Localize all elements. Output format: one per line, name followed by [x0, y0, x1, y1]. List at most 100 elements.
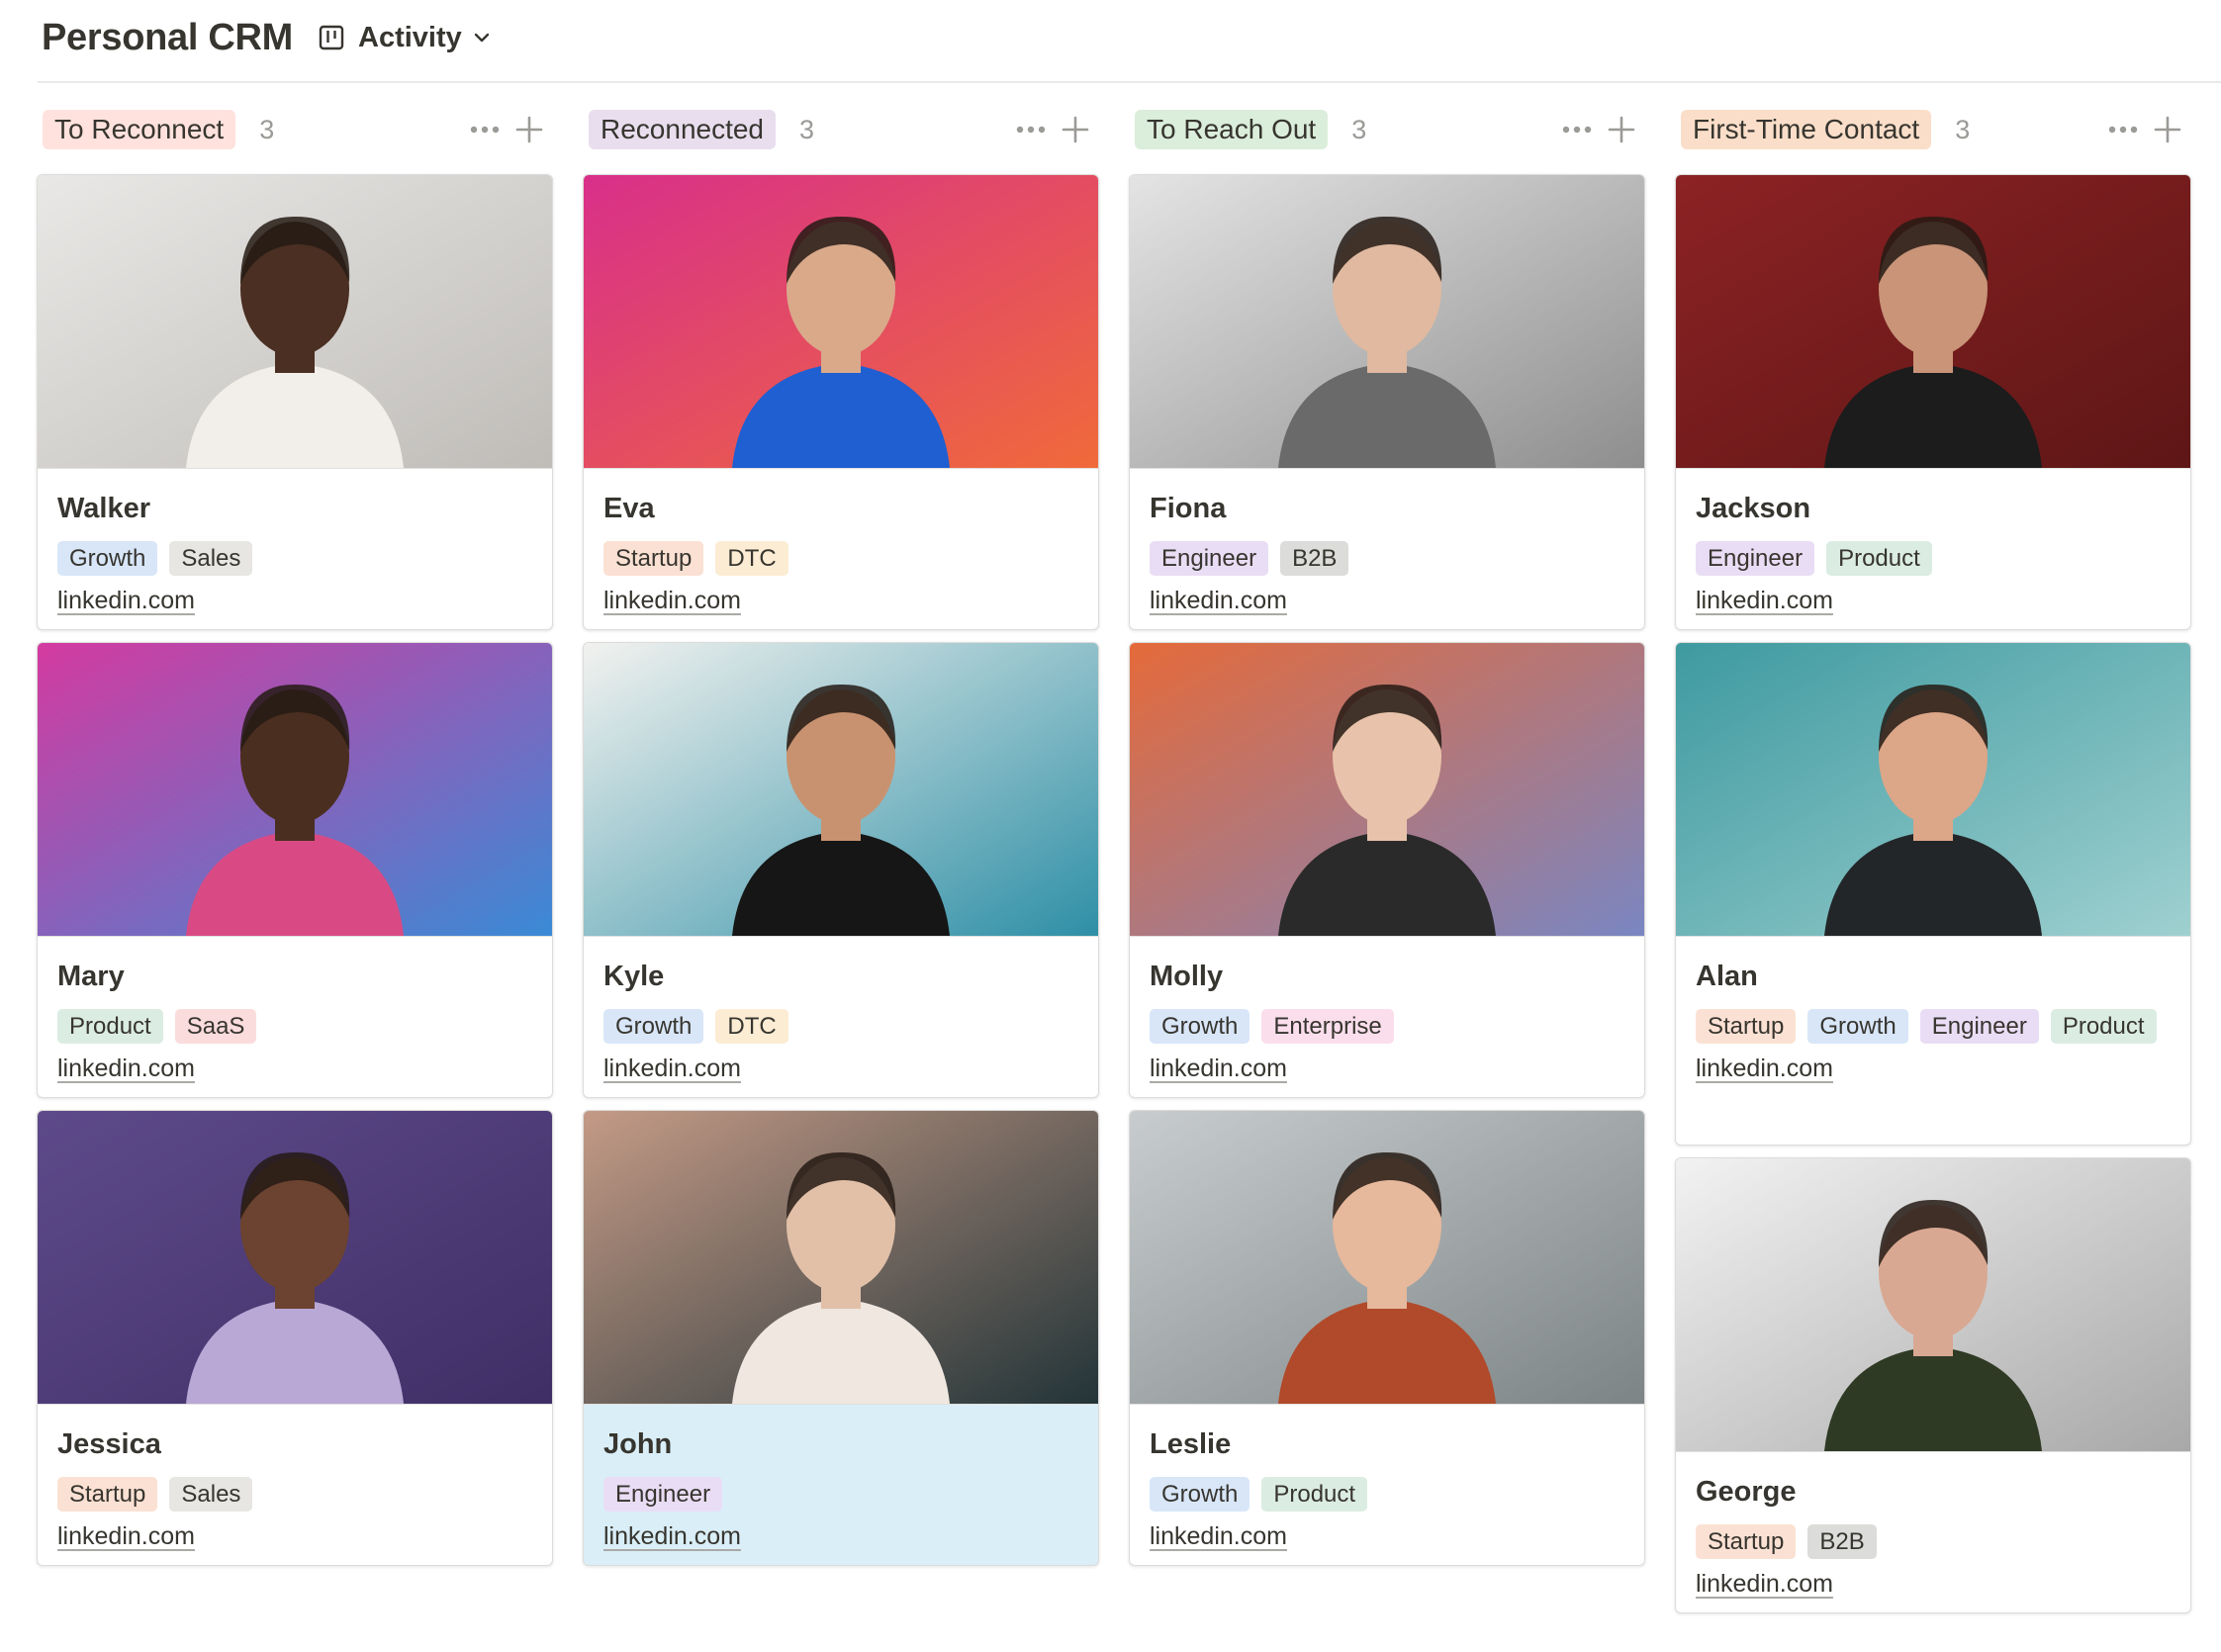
portrait-image [584, 175, 1098, 468]
portrait-image [584, 643, 1098, 936]
cover-photo [584, 175, 1098, 469]
contact-card[interactable]: John Engineer linkedin.com [583, 1110, 1099, 1566]
tag: DTC [715, 1009, 788, 1044]
more-options-icon[interactable] [1560, 116, 1594, 143]
add-card-icon[interactable] [1060, 114, 1091, 145]
tag: Product [1826, 541, 1932, 576]
view-label: Activity [358, 21, 462, 53]
column-title[interactable]: To Reach Out [1135, 110, 1329, 149]
linkedin-link[interactable]: linkedin.com [57, 1055, 195, 1083]
tag: Startup [1696, 1009, 1797, 1044]
column-header: First-Time Contact 3 [1675, 107, 2191, 152]
cover-photo [584, 643, 1098, 937]
tag: Product [1261, 1477, 1368, 1512]
tag: Growth [57, 541, 158, 576]
tag-list: Product SaaS [57, 1009, 532, 1056]
contact-card[interactable]: Molly Growth Enterprise linkedin.com [1129, 642, 1645, 1098]
linkedin-link[interactable]: linkedin.com [1696, 1055, 1833, 1083]
linkedin-link[interactable]: linkedin.com [1150, 1522, 1287, 1551]
tag: Startup [603, 541, 704, 576]
linkedin-link[interactable]: linkedin.com [1696, 1570, 1833, 1599]
column-count: 3 [1955, 114, 1971, 144]
portrait-image [584, 1111, 1098, 1404]
linkedin-link[interactable]: linkedin.com [1150, 587, 1287, 615]
tag: Growth [1807, 1009, 1908, 1044]
more-options-icon[interactable] [468, 116, 502, 143]
contact-name: John [603, 1428, 673, 1460]
board-column: Reconnected 3 Eva Startup DTC linkedin.com Kyl… [583, 107, 1099, 1566]
contact-card[interactable]: Eva Startup DTC linkedin.com [583, 174, 1099, 630]
contact-card[interactable]: Fiona Engineer B2B linkedin.com [1129, 174, 1645, 630]
contact-name: Kyle [603, 961, 665, 992]
view-selector[interactable]: Activity [319, 22, 492, 54]
portrait-image [1130, 643, 1644, 936]
column-count: 3 [259, 114, 275, 144]
tag: Sales [169, 1477, 253, 1512]
tag-list: Engineer [603, 1477, 1078, 1524]
add-card-icon[interactable] [1606, 114, 1637, 145]
cover-photo [38, 1111, 552, 1405]
linkedin-link[interactable]: linkedin.com [603, 1055, 741, 1083]
contact-card[interactable]: Kyle Growth DTC linkedin.com [583, 642, 1099, 1098]
card-body: Molly Growth Enterprise linkedin.com [1130, 937, 1644, 1083]
tag-list: Growth Sales [57, 541, 532, 589]
tag: Engineer [1150, 541, 1269, 576]
tag: Engineer [1919, 1009, 2039, 1044]
tag: Growth [603, 1009, 704, 1044]
cover-photo [584, 1111, 1098, 1405]
tag: SaaS [174, 1009, 257, 1044]
tag-list: Growth Product [1150, 1477, 1624, 1524]
card-body: Jackson Engineer Product linkedin.com [1676, 469, 2190, 615]
linkedin-link[interactable]: linkedin.com [57, 1522, 195, 1551]
contact-card[interactable]: Jessica Startup Sales linkedin.com [37, 1110, 553, 1566]
tag-list: Engineer Product [1696, 541, 2171, 589]
linkedin-link[interactable]: linkedin.com [603, 1522, 741, 1551]
linkedin-link[interactable]: linkedin.com [603, 587, 741, 615]
card-body: Fiona Engineer B2B linkedin.com [1130, 469, 1644, 615]
card-body: Walker Growth Sales linkedin.com [38, 469, 552, 615]
portrait-image [1676, 643, 2190, 936]
contact-name: Fiona [1150, 493, 1227, 524]
contact-name: Jackson [1696, 493, 1811, 524]
card-body: Leslie Growth Product linkedin.com [1130, 1405, 1644, 1551]
tag-list: Growth DTC [603, 1009, 1078, 1056]
portrait-image [1676, 1158, 2190, 1451]
card-body: John Engineer linkedin.com [584, 1405, 1098, 1551]
contact-card[interactable]: Walker Growth Sales linkedin.com [37, 174, 553, 630]
add-card-icon[interactable] [2152, 114, 2183, 145]
page-title: Personal CRM [42, 16, 294, 58]
linkedin-link[interactable]: linkedin.com [1150, 1055, 1287, 1083]
more-options-icon[interactable] [2106, 116, 2140, 143]
column-title[interactable]: Reconnected [589, 110, 777, 149]
tag-list: Startup B2B [1696, 1524, 2171, 1572]
column-count: 3 [799, 114, 815, 144]
contact-name: Jessica [57, 1428, 161, 1460]
tag: Product [57, 1009, 163, 1044]
contact-name: Walker [57, 493, 151, 524]
add-card-icon[interactable] [513, 114, 545, 145]
contact-card[interactable]: Alan Startup Growth Engineer Product linkedin… [1675, 642, 2191, 1146]
chevron-down-icon [474, 33, 489, 43]
linkedin-link[interactable]: linkedin.com [57, 587, 195, 615]
portrait-image [1676, 175, 2190, 468]
tag: Startup [1696, 1524, 1797, 1559]
tag-list: Startup Sales [57, 1477, 532, 1524]
column-title[interactable]: First-Time Contact [1681, 110, 1932, 149]
more-options-icon[interactable] [1014, 116, 1048, 143]
card-body: Mary Product SaaS linkedin.com [38, 937, 552, 1083]
contact-card[interactable]: Mary Product SaaS linkedin.com [37, 642, 553, 1098]
contact-card[interactable]: Leslie Growth Product linkedin.com [1129, 1110, 1645, 1566]
tag-list: Startup DTC [603, 541, 1078, 589]
column-count: 3 [1351, 114, 1367, 144]
contact-card[interactable]: Jackson Engineer Product linkedin.com [1675, 174, 2191, 630]
column-header: To Reconnect 3 [37, 107, 553, 152]
portrait-image [1130, 175, 1644, 468]
portrait-image [38, 1111, 552, 1404]
column-title[interactable]: To Reconnect [43, 110, 236, 149]
card-body: Alan Startup Growth Engineer Product linkedin… [1676, 937, 2190, 1083]
tag: B2B [1807, 1524, 1877, 1559]
tag: Enterprise [1261, 1009, 1394, 1044]
board-column: To Reach Out 3 Fiona Engineer B2B linkedin.co… [1129, 107, 1645, 1566]
linkedin-link[interactable]: linkedin.com [1696, 587, 1833, 615]
contact-card[interactable]: George Startup B2B linkedin.com [1675, 1157, 2191, 1613]
